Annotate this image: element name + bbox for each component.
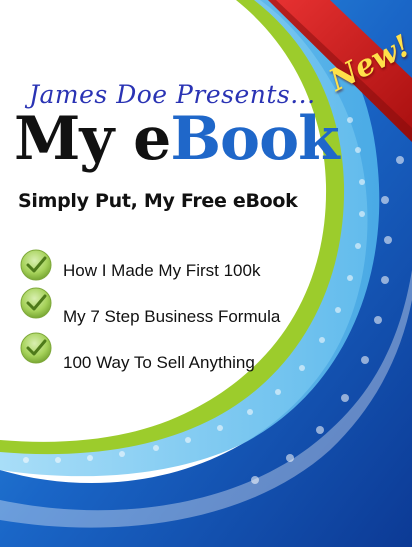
- bullet-list: How I Made My First 100k My 7 Step Busin…: [18, 248, 338, 386]
- ebook-cover: New! James Doe Presents... My eBook Simp…: [0, 0, 412, 547]
- book-title: My eBook: [14, 104, 340, 174]
- bullet-item: 100 Way To Sell Anything: [18, 340, 338, 386]
- bullet-item: How I Made My First 100k: [18, 248, 338, 294]
- bullet-item: My 7 Step Business Formula: [18, 294, 338, 340]
- book-title-part1: My e: [14, 104, 171, 174]
- bullet-text: 100 Way To Sell Anything: [63, 353, 255, 372]
- book-title-part2: Book: [170, 104, 339, 174]
- check-icon: [18, 301, 50, 333]
- book-subtitle: Simply Put, My Free eBook: [18, 190, 298, 212]
- bullet-text: My 7 Step Business Formula: [63, 307, 281, 326]
- bullet-text: How I Made My First 100k: [63, 261, 261, 280]
- check-icon: [18, 347, 50, 379]
- check-icon: [18, 255, 50, 287]
